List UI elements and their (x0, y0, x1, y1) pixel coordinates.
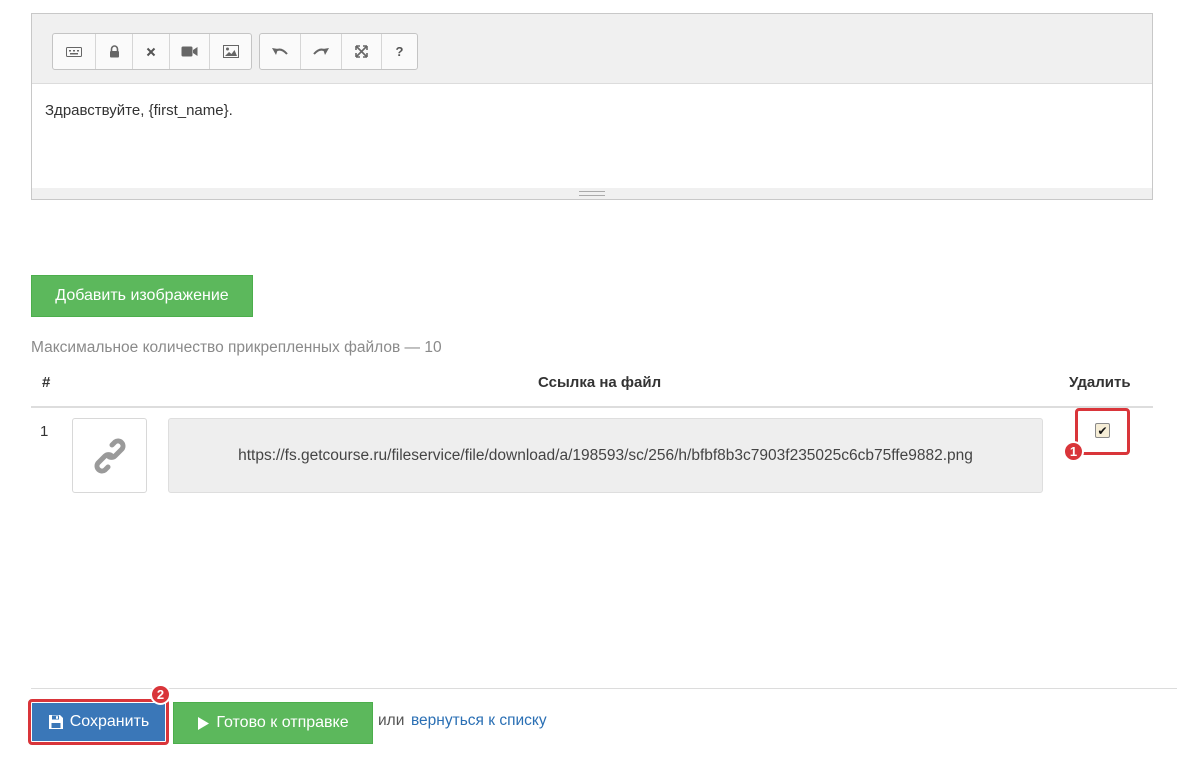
image-icon (222, 45, 239, 58)
back-to-list-link[interactable]: вернуться к списку (411, 712, 547, 730)
help-button[interactable]: ? (382, 34, 417, 69)
save-button[interactable]: Сохранить (32, 703, 165, 741)
play-icon (198, 716, 210, 730)
keyboard-icon (66, 46, 82, 57)
add-image-button[interactable]: Добавить изображение (31, 275, 253, 317)
max-files-note: Максимальное количество прикрепленных фа… (31, 339, 442, 356)
image-button[interactable] (210, 34, 251, 69)
keyboard-button[interactable] (53, 34, 96, 69)
video-button[interactable] (170, 34, 210, 69)
redo-icon (313, 48, 329, 55)
fullscreen-button[interactable] (342, 34, 382, 69)
column-header-file-link: Ссылка на файл (538, 374, 662, 391)
redo-button[interactable] (301, 34, 342, 69)
table-header-divider (31, 406, 1153, 408)
editor-resize-handle[interactable] (32, 188, 1152, 199)
save-button-label: Сохранить (69, 713, 150, 730)
ready-to-send-button[interactable]: Готово к отправке (173, 702, 373, 744)
rich-text-editor[interactable]: ? Здравствуйте, {first_name}. (31, 13, 1153, 200)
column-header-number: # (42, 374, 51, 391)
ready-button-label: Готово к отправке (216, 714, 349, 731)
undo-button[interactable] (260, 34, 301, 69)
or-text: или (378, 712, 405, 729)
file-url[interactable]: https://fs.getcourse.ru/fileservice/file… (168, 418, 1043, 493)
lock-icon (109, 45, 119, 58)
resize-grip-icon (579, 191, 605, 196)
column-header-delete: Удалить (1069, 374, 1131, 391)
editor-text-area[interactable]: Здравствуйте, {first_name}. (32, 85, 1152, 189)
annotation-badge-1: 1 (1063, 441, 1084, 462)
video-icon (181, 46, 198, 57)
floppy-disk-icon (48, 715, 63, 729)
close-icon (146, 47, 156, 56)
file-thumbnail[interactable] (72, 418, 147, 493)
fullscreen-icon (355, 45, 368, 58)
toolbar-group-insert (52, 33, 252, 70)
editor-toolbar: ? (32, 14, 1152, 84)
undo-icon (272, 48, 288, 55)
annotation-badge-2: 2 (150, 684, 171, 705)
help-icon: ? (395, 44, 404, 59)
footer-divider (31, 688, 1177, 689)
toolbar-group-history: ? (259, 33, 418, 70)
link-icon (94, 438, 125, 473)
lock-button[interactable] (96, 34, 133, 69)
row-number: 1 (40, 423, 49, 440)
remove-format-button[interactable] (133, 34, 170, 69)
delete-checkbox[interactable]: ✔ (1095, 423, 1110, 438)
